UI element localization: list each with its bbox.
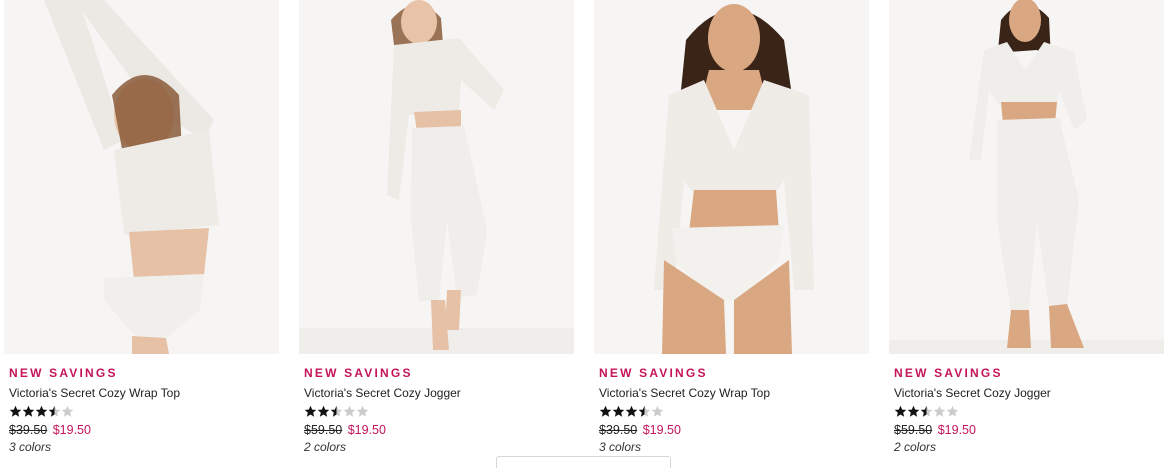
- star-icon: [356, 405, 369, 417]
- star-icon: [946, 405, 959, 417]
- star-icon: [330, 405, 343, 417]
- star-icon: [22, 405, 35, 417]
- star-icon: [61, 405, 74, 417]
- color-count: 3 colors: [9, 440, 52, 454]
- product-image[interactable]: [889, 0, 1164, 354]
- color-count: 2 colors: [894, 440, 937, 454]
- star-icon: [343, 405, 356, 417]
- original-price: $39.50: [9, 423, 48, 437]
- star-icon: [9, 405, 22, 417]
- price-block: $39.50 $19.50: [9, 423, 279, 437]
- promo-label: NEW SAVINGS: [9, 366, 118, 380]
- product-image[interactable]: [594, 0, 869, 354]
- product-card[interactable]: NEW SAVINGS Victoria's Secret Cozy Jogge…: [299, 0, 574, 468]
- star-icon: [638, 405, 651, 417]
- star-icon: [612, 405, 625, 417]
- product-name-link[interactable]: Victoria's Secret Cozy Jogger: [894, 386, 1164, 400]
- product-image[interactable]: [4, 0, 279, 354]
- original-price: $39.50: [599, 423, 638, 437]
- product-name-link[interactable]: Victoria's Secret Cozy Wrap Top: [599, 386, 869, 400]
- star-icon: [651, 405, 664, 417]
- product-image[interactable]: [299, 0, 574, 354]
- star-icon: [317, 405, 330, 417]
- load-more-button[interactable]: [496, 456, 671, 468]
- sale-price: $19.50: [642, 423, 681, 437]
- star-icon: [48, 405, 61, 417]
- price-block: $59.50 $19.50: [894, 423, 1164, 437]
- star-icon: [907, 405, 920, 417]
- rating-stars: [894, 405, 1164, 418]
- product-card[interactable]: NEW SAVINGS Victoria's Secret Cozy Jogge…: [889, 0, 1164, 468]
- promo-label: NEW SAVINGS: [894, 366, 1003, 380]
- rating-stars: [9, 405, 279, 418]
- promo-label: NEW SAVINGS: [304, 366, 413, 380]
- sale-price: $19.50: [347, 423, 386, 437]
- star-icon: [894, 405, 907, 417]
- rating-stars: [599, 405, 869, 418]
- product-card[interactable]: NEW SAVINGS Victoria's Secret Cozy Wrap …: [4, 0, 279, 468]
- star-icon: [933, 405, 946, 417]
- price-block: $39.50 $19.50: [599, 423, 869, 437]
- star-icon: [599, 405, 612, 417]
- sale-price: $19.50: [52, 423, 91, 437]
- original-price: $59.50: [304, 423, 343, 437]
- product-name-link[interactable]: Victoria's Secret Cozy Wrap Top: [9, 386, 279, 400]
- star-icon: [35, 405, 48, 417]
- promo-label: NEW SAVINGS: [599, 366, 708, 380]
- star-icon: [920, 405, 933, 417]
- star-icon: [304, 405, 317, 417]
- rating-stars: [304, 405, 574, 418]
- sale-price: $19.50: [937, 423, 976, 437]
- price-block: $59.50 $19.50: [304, 423, 574, 437]
- product-card[interactable]: NEW SAVINGS Victoria's Secret Cozy Wrap …: [594, 0, 869, 468]
- color-count: 2 colors: [304, 440, 347, 454]
- original-price: $59.50: [894, 423, 933, 437]
- product-name-link[interactable]: Victoria's Secret Cozy Jogger: [304, 386, 574, 400]
- star-icon: [625, 405, 638, 417]
- color-count: 3 colors: [599, 440, 642, 454]
- product-grid: NEW SAVINGS Victoria's Secret Cozy Wrap …: [0, 0, 1165, 468]
